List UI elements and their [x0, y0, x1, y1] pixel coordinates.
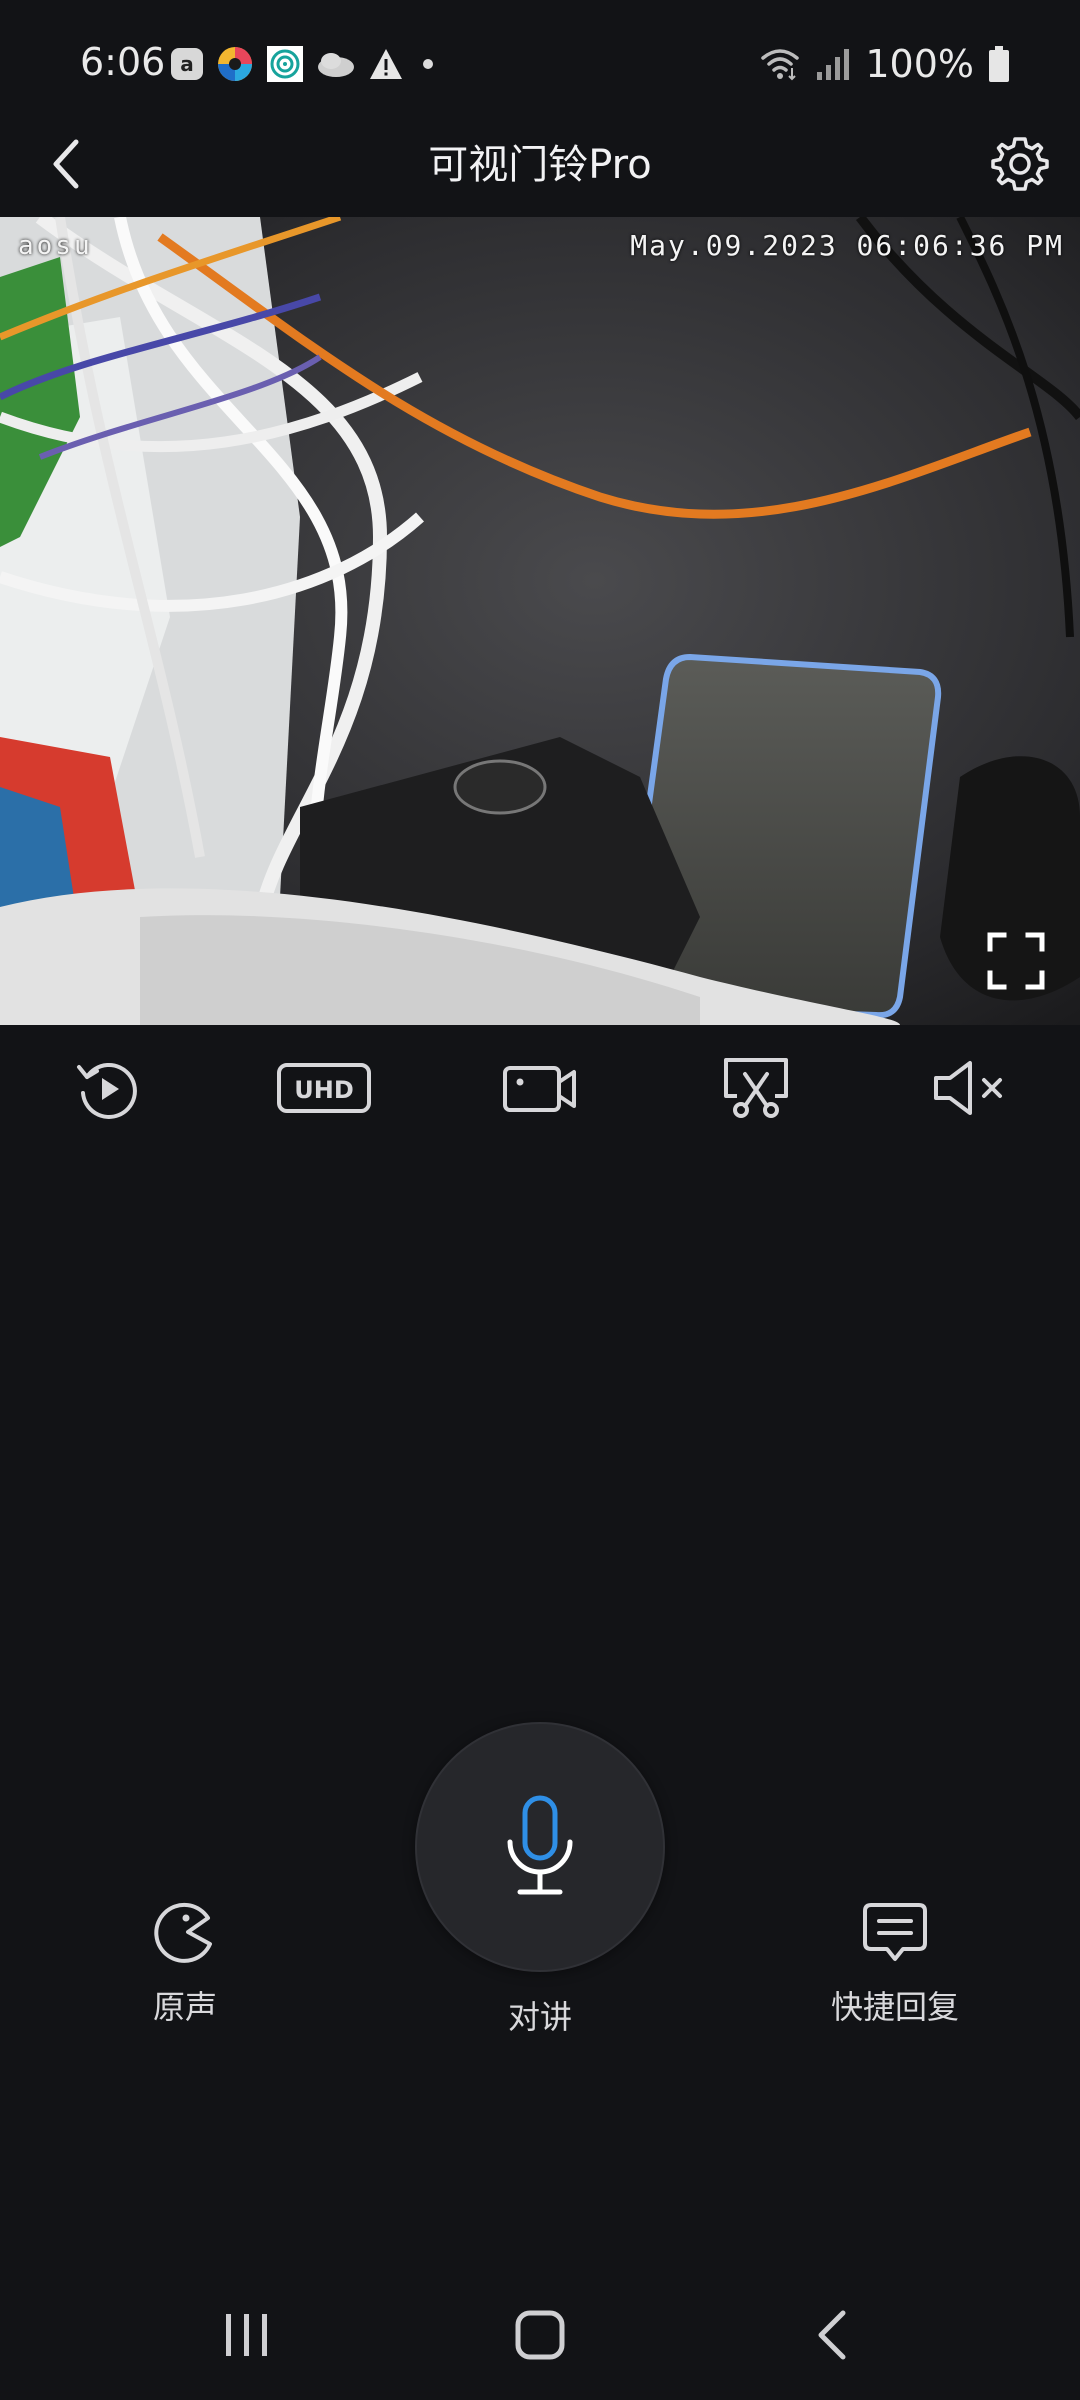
video-toolbar: UHD: [0, 1032, 1080, 1144]
quality-button[interactable]: UHD: [266, 1038, 382, 1138]
system-back-button[interactable]: [783, 2290, 883, 2380]
video-timestamp: May.09.2023 06:06:36 PM: [630, 229, 1064, 262]
uhd-icon: UHD: [277, 1063, 371, 1113]
recent-apps-button[interactable]: [197, 2290, 297, 2380]
voice-pacman-icon: [154, 1902, 212, 1963]
original-voice-label: 原声: [152, 1988, 217, 2026]
scissors-screen-icon: [724, 1058, 788, 1118]
svg-text:a: a: [180, 52, 194, 76]
battery-percentage: 100%: [865, 42, 974, 86]
color-wheel-app-icon: [218, 47, 252, 81]
playback-button[interactable]: [50, 1038, 166, 1138]
signal-icon: [817, 49, 850, 80]
uhd-label: UHD: [294, 1076, 354, 1104]
page-title: 可视门铃Pro: [428, 142, 652, 188]
status-bar: 6:06 a 100%: [0, 0, 1080, 126]
system-nav-bar: [0, 2270, 1080, 2400]
camera-feed-image: [0, 217, 1080, 1025]
fullscreen-button[interactable]: [984, 929, 1048, 993]
home-button[interactable]: [490, 2290, 590, 2380]
app-root: 6:06 a 100% 可视门铃Pro aosu May.09.2023 06:…: [0, 0, 1080, 2400]
record-button[interactable]: [482, 1038, 598, 1138]
a-app-icon: a: [171, 48, 203, 80]
recent-apps-icon: [225, 2314, 267, 2356]
quick-reply-label: 快捷回复: [830, 1988, 959, 2026]
chat-bubble-icon: [863, 1903, 927, 1961]
mute-button[interactable]: [914, 1038, 1030, 1138]
video-area[interactable]: aosu May.09.2023 06:06:36 PM: [0, 217, 1080, 1025]
gear-icon: [991, 137, 1049, 191]
header: 可视门铃Pro: [0, 110, 1080, 220]
target-app-icon: [267, 46, 303, 82]
settings-button[interactable]: [984, 128, 1056, 200]
speaker-muted-icon: [934, 1061, 1002, 1115]
status-time: 6:06: [80, 40, 166, 84]
quick-reply-button[interactable]: 快捷回复: [820, 1898, 970, 2028]
dot-icon: [423, 59, 433, 69]
talk-control: 对讲: [414, 1722, 666, 2038]
video-camera-icon: [503, 1066, 576, 1112]
status-icons-left: a: [170, 44, 440, 84]
original-voice-button[interactable]: 原声: [120, 1898, 250, 2028]
quick-reply-icon-box: [860, 1898, 930, 1968]
battery-icon: [989, 46, 1009, 82]
camera-brand-watermark: aosu: [18, 231, 93, 261]
replay-icon: [77, 1062, 137, 1119]
microphone-icon: [507, 1795, 573, 1895]
talk-button[interactable]: [415, 1722, 665, 1972]
wifi-icon: [761, 49, 800, 81]
talk-label: 对讲: [507, 1998, 572, 2036]
status-icons-right: 100%: [759, 40, 1010, 88]
screenshot-button[interactable]: [698, 1038, 814, 1138]
warning-icon: [370, 49, 402, 79]
home-icon: [515, 2310, 565, 2360]
fullscreen-icon: [987, 932, 1045, 990]
cloud-app-icon: [318, 53, 354, 77]
back-icon: [818, 2310, 846, 2360]
original-voice-icon-box: [150, 1898, 220, 1968]
